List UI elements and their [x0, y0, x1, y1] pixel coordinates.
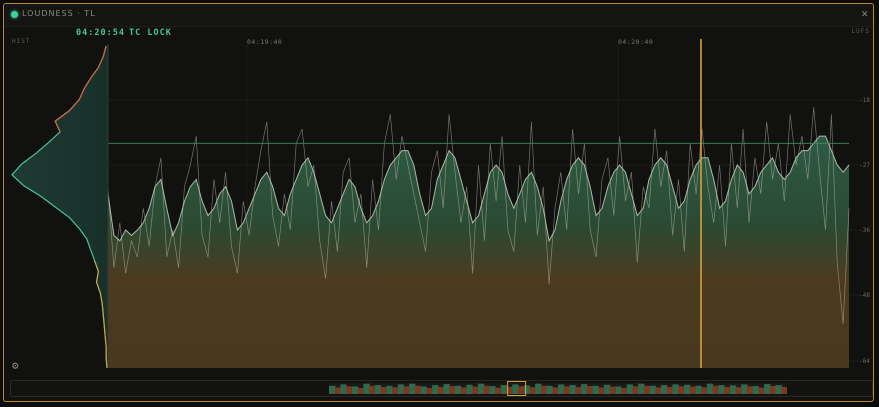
overview-bar — [432, 385, 439, 394]
overview-bar — [351, 386, 359, 394]
y-tick-label: -27 — [859, 162, 870, 169]
overview-bar — [735, 387, 742, 394]
y-tick-label: -48 — [859, 292, 870, 299]
overview-bar — [369, 385, 375, 394]
overview-bar — [563, 386, 570, 394]
overview-bar — [661, 385, 668, 394]
overview-bar — [672, 384, 679, 394]
overview-bar — [523, 385, 530, 394]
overview-bar — [643, 385, 650, 394]
overview-bar — [758, 387, 765, 394]
overview-bar — [409, 383, 416, 394]
loudness-panel: LOUDNESS · TL ✕ HIST 04:20:54 TC LOCK 04… — [3, 3, 874, 402]
overview-bar — [346, 386, 352, 394]
overview-bar — [437, 386, 444, 394]
histogram-fill — [12, 46, 108, 368]
overview-bar — [724, 386, 730, 394]
overview-bar — [552, 387, 558, 394]
overview-bar — [460, 387, 467, 394]
overview-scrollbar[interactable] — [10, 380, 873, 397]
overview-bar — [397, 384, 404, 394]
overview-bar — [775, 385, 782, 394]
overview-bar — [426, 388, 432, 394]
overview-bar — [454, 385, 462, 394]
overview-bar — [741, 384, 748, 394]
overview-bar — [689, 386, 696, 394]
overview-bar — [569, 385, 576, 394]
overview-bar — [769, 386, 776, 394]
overview-bar — [403, 386, 410, 394]
overview-bar — [729, 385, 737, 394]
overview-bar — [712, 385, 719, 394]
overview-waveform — [329, 381, 787, 396]
overview-bar — [535, 383, 542, 394]
overview-bar — [603, 384, 611, 395]
unit-label: LUFS — [851, 28, 870, 35]
overview-bar — [380, 386, 387, 394]
overview-bar — [580, 384, 588, 394]
time-tick-label: 04:20:40 — [618, 38, 654, 46]
overview-bar — [609, 386, 616, 394]
overview-bar — [678, 386, 684, 394]
overview-bar — [329, 385, 336, 394]
overview-bar — [357, 388, 364, 394]
overview-bar — [529, 387, 536, 394]
overview-bar — [764, 384, 771, 394]
overview-bar — [420, 386, 427, 394]
overview-bar — [500, 385, 508, 394]
overview-bar — [666, 386, 673, 394]
overview-bar — [575, 386, 581, 394]
overview-bar — [477, 383, 485, 394]
overview-bar — [684, 384, 691, 395]
overview-bar — [512, 384, 519, 394]
overview-bar — [695, 385, 702, 394]
overview-bar — [489, 386, 496, 394]
histogram — [11, 45, 108, 369]
overview-bar — [472, 386, 478, 394]
overview-bar — [655, 387, 661, 394]
overview-bar — [701, 387, 707, 394]
timecode-readout: 04:20:54 — [76, 28, 125, 38]
overview-bar — [649, 385, 656, 394]
overview-bar — [615, 386, 622, 394]
overview-bar — [449, 386, 455, 394]
overview-bar — [558, 384, 565, 394]
time-tick-label: 04:19:40 — [247, 38, 283, 46]
overview-bar — [495, 387, 501, 394]
overview-bar — [443, 384, 450, 394]
settings-gear-icon[interactable]: ⚙ — [12, 359, 19, 372]
overview-bar — [632, 386, 639, 394]
overview-bar — [483, 385, 490, 394]
overview-bar — [638, 383, 645, 394]
overview-bar — [718, 385, 725, 394]
y-tick-label: -64 — [859, 358, 870, 365]
overview-bar — [752, 386, 759, 394]
hist-label: HIST — [12, 38, 31, 45]
overview-bar — [781, 386, 787, 394]
overview-bar — [706, 383, 714, 394]
overview-bar — [386, 385, 393, 394]
overview-bar — [374, 385, 382, 394]
overview-bar — [598, 387, 604, 394]
overview-bar — [334, 387, 341, 394]
overview-bar — [466, 384, 473, 395]
y-tick-label: -36 — [859, 227, 870, 234]
overview-bar — [586, 386, 593, 394]
y-tick-label: -18 — [859, 97, 870, 104]
overview-bar — [621, 388, 627, 394]
overview-bar — [546, 385, 553, 394]
overview-bar — [340, 384, 347, 394]
overview-bar — [414, 385, 421, 394]
overview-bar — [540, 385, 547, 394]
overview-bar — [363, 383, 370, 394]
overview-bar — [592, 385, 599, 394]
overview-bar — [746, 386, 753, 394]
overview-bar — [392, 387, 398, 394]
overview-bar — [517, 386, 524, 394]
loudness-plot[interactable] — [4, 4, 874, 402]
tc-lock-status: TC LOCK — [129, 28, 172, 38]
overview-bar — [626, 384, 633, 394]
